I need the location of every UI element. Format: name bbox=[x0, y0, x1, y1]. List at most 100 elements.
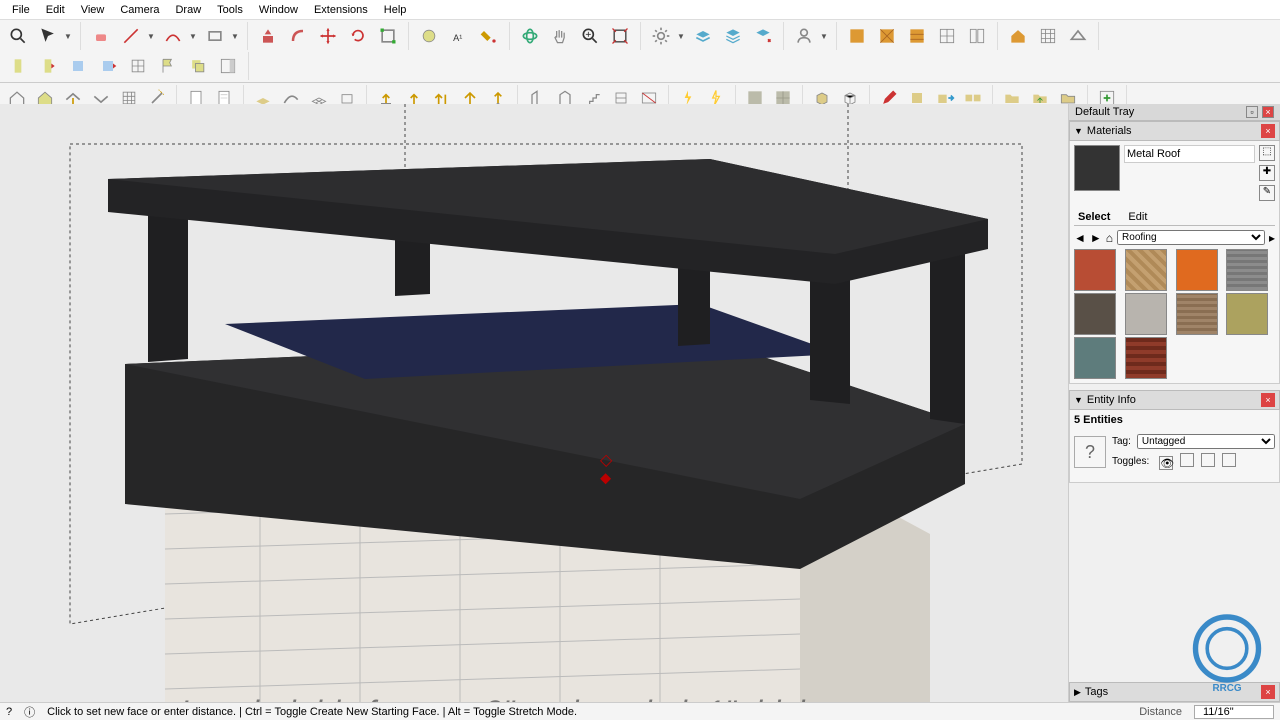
swatch-roof-teal-metal[interactable] bbox=[1074, 337, 1116, 379]
menu-camera[interactable]: Camera bbox=[112, 2, 167, 18]
material-preview[interactable] bbox=[1074, 145, 1120, 191]
material-category-select[interactable]: Roofing bbox=[1117, 230, 1265, 245]
toggle-cast-icon[interactable] bbox=[1222, 453, 1236, 467]
arc-dropdown-icon[interactable]: ▼ bbox=[189, 32, 199, 41]
material-name-input[interactable] bbox=[1124, 145, 1255, 163]
nav-fwd-icon[interactable]: ► bbox=[1090, 231, 1102, 245]
house-icon[interactable] bbox=[1004, 22, 1032, 50]
grid-icon-1[interactable] bbox=[933, 22, 961, 50]
eyedropper-icon[interactable]: ✎ bbox=[1259, 185, 1275, 201]
line-tool-icon[interactable] bbox=[117, 22, 145, 50]
door-icon-2[interactable] bbox=[34, 52, 62, 80]
window-icon-1[interactable] bbox=[64, 52, 92, 80]
search-tool-icon[interactable] bbox=[4, 22, 32, 50]
person-icon[interactable] bbox=[790, 22, 818, 50]
swatch-roof-brick-red[interactable] bbox=[1125, 337, 1167, 379]
menu-help[interactable]: Help bbox=[376, 2, 415, 18]
followme-tool-icon[interactable] bbox=[284, 22, 312, 50]
create-material-icon[interactable]: ✚ bbox=[1259, 165, 1275, 181]
swatch-roof-olive[interactable] bbox=[1226, 293, 1268, 335]
line-dropdown-icon[interactable]: ▼ bbox=[147, 32, 157, 41]
sample-tool-icon[interactable]: ⬚ bbox=[1259, 145, 1275, 161]
paint-tool-icon[interactable] bbox=[475, 22, 503, 50]
entity-info-close-icon[interactable]: × bbox=[1261, 393, 1275, 407]
menu-window[interactable]: Window bbox=[251, 2, 306, 18]
expand-arrow-icon: ▶ bbox=[1074, 687, 1081, 697]
tags-close-icon[interactable]: × bbox=[1261, 685, 1275, 699]
materials-close-icon[interactable]: × bbox=[1261, 124, 1275, 138]
tray-header: Default Tray ▫× bbox=[1069, 104, 1280, 121]
swatch-roof-light-gray[interactable] bbox=[1125, 293, 1167, 335]
toggle-lock-icon[interactable] bbox=[1180, 453, 1194, 467]
swatch-roof-tan-shingle[interactable] bbox=[1125, 249, 1167, 291]
layers-icon-2[interactable] bbox=[719, 22, 747, 50]
materials-panel-header[interactable]: ▼Materials × bbox=[1069, 121, 1280, 141]
orbit-tool-icon[interactable] bbox=[516, 22, 544, 50]
tape-tool-icon[interactable] bbox=[415, 22, 443, 50]
viewport[interactable]: ◇⬥ I copied this face up 2" and made it … bbox=[0, 104, 1068, 702]
gear-dropdown-icon[interactable]: ▼ bbox=[677, 32, 687, 41]
tray-close-icon[interactable]: × bbox=[1262, 106, 1274, 118]
panel-toggle-icon[interactable] bbox=[214, 52, 242, 80]
texture-icon-3[interactable] bbox=[903, 22, 931, 50]
menu-draw[interactable]: Draw bbox=[167, 2, 209, 18]
entity-help-icon[interactable]: ? bbox=[1074, 436, 1106, 468]
layers-icon-1[interactable] bbox=[689, 22, 717, 50]
materials-title: Materials bbox=[1087, 125, 1132, 137]
swatch-roof-orange-diamond[interactable] bbox=[1176, 249, 1218, 291]
roof-icon[interactable] bbox=[1064, 22, 1092, 50]
pan-tool-icon[interactable] bbox=[546, 22, 574, 50]
zoom-extents-icon[interactable] bbox=[606, 22, 634, 50]
swatch-roof-dark-slate[interactable] bbox=[1074, 293, 1116, 335]
info-icon[interactable]: ⓘ bbox=[24, 704, 35, 720]
menu-extensions[interactable]: Extensions bbox=[306, 2, 376, 18]
gear-icon[interactable] bbox=[647, 22, 675, 50]
grid-icon-2[interactable] bbox=[1034, 22, 1062, 50]
pushpull-tool-icon[interactable] bbox=[254, 22, 282, 50]
nav-back-icon[interactable]: ◄ bbox=[1074, 231, 1086, 245]
scale-tool-icon[interactable] bbox=[374, 22, 402, 50]
menu-file[interactable]: File bbox=[4, 2, 38, 18]
layers-icon-3[interactable] bbox=[749, 22, 777, 50]
move-tool-icon[interactable] bbox=[314, 22, 342, 50]
swatch-roof-gray-shingle[interactable] bbox=[1226, 249, 1268, 291]
grid-small-icon[interactable] bbox=[124, 52, 152, 80]
arc-tool-icon[interactable] bbox=[159, 22, 187, 50]
texture-icon-1[interactable] bbox=[843, 22, 871, 50]
help-icon[interactable]: ? bbox=[6, 706, 12, 718]
nav-home-icon[interactable]: ⌂ bbox=[1106, 231, 1113, 245]
tag-select[interactable]: Untagged bbox=[1137, 434, 1275, 449]
toggle-shadow-icon[interactable] bbox=[1201, 453, 1215, 467]
rotate-tool-icon[interactable] bbox=[344, 22, 372, 50]
menu-tools[interactable]: Tools bbox=[209, 2, 251, 18]
nav-menu-icon[interactable]: ▸ bbox=[1269, 231, 1275, 245]
zoom-tool-icon[interactable] bbox=[576, 22, 604, 50]
tags-title: Tags bbox=[1085, 686, 1108, 698]
panels-icon[interactable] bbox=[963, 22, 991, 50]
dimension-input[interactable]: 11/16" bbox=[1194, 705, 1274, 719]
select-tool-icon[interactable] bbox=[34, 22, 62, 50]
tray-pin-icon[interactable]: ▫ bbox=[1246, 106, 1258, 118]
menu-edit[interactable]: Edit bbox=[38, 2, 73, 18]
materials-select-tab[interactable]: Select bbox=[1074, 209, 1114, 225]
swatch-roof-red[interactable] bbox=[1074, 249, 1116, 291]
flag-icon[interactable] bbox=[154, 52, 182, 80]
toggle-visible-icon[interactable]: 👁 bbox=[1159, 456, 1173, 470]
window-icon-2[interactable] bbox=[94, 52, 122, 80]
rectangle-tool-icon[interactable] bbox=[201, 22, 229, 50]
door-icon-1[interactable] bbox=[4, 52, 32, 80]
swatch-roof-brown-shake[interactable] bbox=[1176, 293, 1218, 335]
person-dropdown-icon[interactable]: ▼ bbox=[820, 32, 830, 41]
entity-info-header[interactable]: ▼Entity Info × bbox=[1069, 390, 1280, 410]
tag-label: Tag: bbox=[1112, 436, 1131, 447]
copy-icon[interactable] bbox=[184, 52, 212, 80]
status-bar: ? ⓘ Click to set new face or enter dista… bbox=[0, 702, 1280, 720]
select-dropdown-icon[interactable]: ▼ bbox=[64, 32, 74, 41]
eraser-tool-icon[interactable] bbox=[87, 22, 115, 50]
texture-icon-2[interactable] bbox=[873, 22, 901, 50]
text-tool-icon[interactable]: A¹ bbox=[445, 22, 473, 50]
menu-view[interactable]: View bbox=[73, 2, 113, 18]
materials-edit-tab[interactable]: Edit bbox=[1124, 209, 1151, 225]
tags-panel-header[interactable]: ▶ Tags × bbox=[1069, 682, 1280, 702]
shape-dropdown-icon[interactable]: ▼ bbox=[231, 32, 241, 41]
